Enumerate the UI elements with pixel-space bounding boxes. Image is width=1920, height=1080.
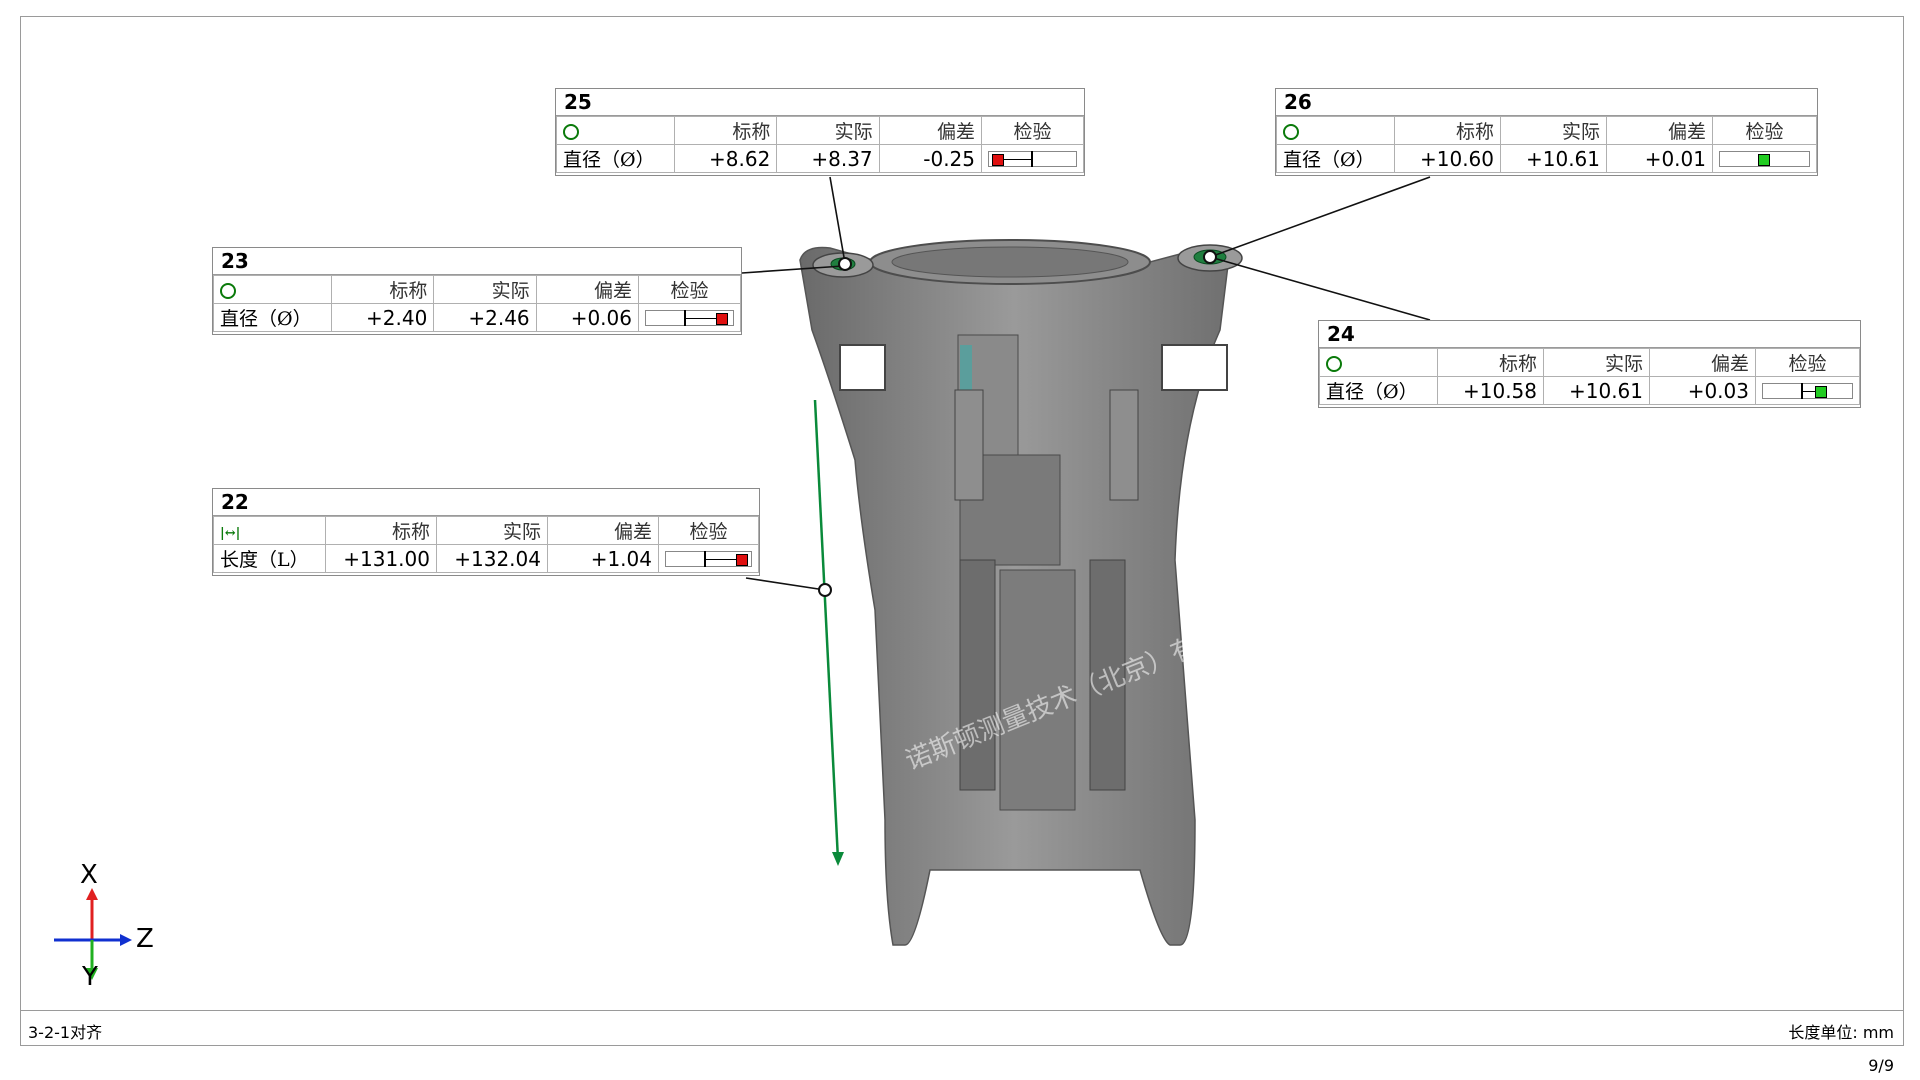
header-check: 检验 xyxy=(638,275,741,304)
deviation-value: +0.01 xyxy=(1606,144,1713,173)
deviation-value: +0.06 xyxy=(535,303,640,332)
unit-label: 长度单位: mm xyxy=(1788,1023,1894,1042)
tolerance-gauge xyxy=(1712,144,1817,173)
part-model xyxy=(799,239,1243,946)
page-number: 9/9 xyxy=(1868,1056,1894,1075)
actual-value: +10.61 xyxy=(1500,144,1607,173)
header-deviation: 偏差 xyxy=(535,275,640,304)
header-deviation: 偏差 xyxy=(878,116,983,145)
callout-id: 25 xyxy=(556,89,1084,116)
circle-icon xyxy=(1283,123,1299,140)
header-actual: 实际 xyxy=(1543,348,1650,377)
footer-bar: 3-2-1对齐 长度单位: mm xyxy=(20,1010,1904,1046)
axis-label-y: Y xyxy=(82,962,98,992)
tolerance-gauge xyxy=(658,544,759,573)
circle-icon xyxy=(563,123,579,140)
callout-25[interactable]: 25 标称 实际 偏差 检验 直径（Ø） +8.62 +8.37 -0.25 xyxy=(555,88,1085,176)
actual-value: +2.46 xyxy=(433,303,537,332)
actual-value: +8.37 xyxy=(776,144,880,173)
circle-icon xyxy=(220,282,236,299)
header-nominal: 标称 xyxy=(673,116,778,145)
header-deviation: 偏差 xyxy=(1649,348,1756,377)
header-nominal: 标称 xyxy=(1394,116,1501,145)
nominal-value: +8.62 xyxy=(673,144,778,173)
axis-label-x: X xyxy=(80,860,98,890)
tolerance-gauge xyxy=(638,303,741,332)
actual-value: +10.61 xyxy=(1543,376,1650,405)
header-nominal: 标称 xyxy=(325,516,437,545)
header-actual: 实际 xyxy=(776,116,880,145)
header-actual: 实际 xyxy=(433,275,537,304)
length-icon: |↔| xyxy=(220,525,241,541)
callout-id: 24 xyxy=(1319,321,1860,348)
callout-22[interactable]: 22 |↔| 标称 实际 偏差 检验 长度（L） +131.00 +132.04… xyxy=(212,488,760,576)
tolerance-gauge xyxy=(981,144,1084,173)
feature-label: 长度（L） xyxy=(213,544,326,573)
header-deviation: 偏差 xyxy=(1606,116,1713,145)
circle-icon xyxy=(1326,355,1342,372)
header-deviation: 偏差 xyxy=(547,516,659,545)
header-actual: 实际 xyxy=(1500,116,1607,145)
header-check: 检验 xyxy=(658,516,759,545)
callout-id: 23 xyxy=(213,248,741,275)
nominal-value: +10.60 xyxy=(1394,144,1501,173)
feature-label: 直径（Ø） xyxy=(213,303,332,332)
length-arrow-head xyxy=(832,852,844,866)
nominal-value: +131.00 xyxy=(325,544,437,573)
actual-value: +132.04 xyxy=(436,544,548,573)
callout-26[interactable]: 26 标称 实际 偏差 检验 直径（Ø） +10.60 +10.61 +0.01 xyxy=(1275,88,1818,176)
callout-24[interactable]: 24 标称 实际 偏差 检验 直径（Ø） +10.58 +10.61 +0.03 xyxy=(1318,320,1861,408)
header-check: 检验 xyxy=(981,116,1084,145)
alignment-label: 3-2-1对齐 xyxy=(28,1023,103,1042)
feature-label: 直径（Ø） xyxy=(1319,376,1438,405)
axis-label-z: Z xyxy=(136,924,154,954)
axis-triad: X Z Y xyxy=(50,860,170,992)
nominal-value: +2.40 xyxy=(330,303,435,332)
deviation-value: -0.25 xyxy=(878,144,983,173)
header-nominal: 标称 xyxy=(1437,348,1544,377)
length-feature-line xyxy=(813,399,840,861)
nominal-value: +10.58 xyxy=(1437,376,1544,405)
callout-id: 26 xyxy=(1276,89,1817,116)
header-actual: 实际 xyxy=(436,516,548,545)
deviation-value: +1.04 xyxy=(547,544,659,573)
feature-label: 直径（Ø） xyxy=(1276,144,1395,173)
callout-23[interactable]: 23 标称 实际 偏差 检验 直径（Ø） +2.40 +2.46 +0.06 xyxy=(212,247,742,335)
header-nominal: 标称 xyxy=(330,275,435,304)
tolerance-gauge xyxy=(1755,376,1860,405)
feature-label: 直径（Ø） xyxy=(556,144,675,173)
header-check: 检验 xyxy=(1755,348,1860,377)
callout-id: 22 xyxy=(213,489,759,516)
deviation-value: +0.03 xyxy=(1649,376,1756,405)
header-check: 检验 xyxy=(1712,116,1817,145)
